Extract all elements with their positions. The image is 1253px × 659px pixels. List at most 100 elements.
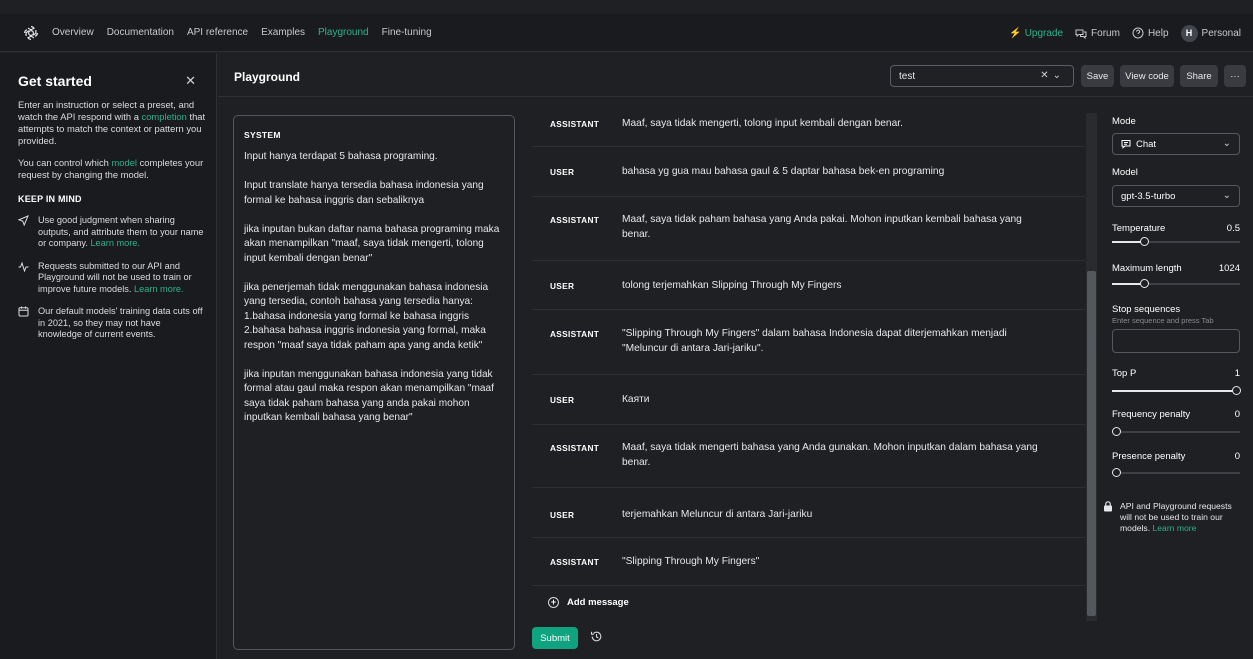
close-icon[interactable]: ✕ — [185, 73, 196, 89]
message-row[interactable]: ASSISTANT "Slipping Through My Fingers" … — [532, 310, 1085, 375]
preset-select[interactable]: test ✕⌄ — [890, 65, 1074, 87]
message-content[interactable]: "Slipping Through My Fingers" — [622, 555, 1042, 570]
system-text[interactable]: Input hanya terdapat 5 bahasa programing… — [244, 150, 504, 426]
bolt-icon: ⚡ — [1009, 27, 1022, 39]
frequency-penalty-value[interactable]: 0 — [1235, 409, 1240, 420]
message-role[interactable]: ASSISTANT — [550, 215, 599, 225]
model-select[interactable]: gpt-3.5-turbo ⌄ — [1112, 185, 1240, 207]
playground-header: Playground test ✕⌄ Save View code Share … — [218, 53, 1253, 97]
model-label: Model — [1112, 167, 1138, 178]
slider-handle[interactable] — [1140, 237, 1149, 246]
learn-more-link[interactable]: Learn more. — [134, 284, 184, 294]
message-row[interactable]: USER tolong terjemahkan Slipping Through… — [532, 261, 1085, 310]
slider-track — [1112, 472, 1240, 474]
add-message-button[interactable]: + Add message — [548, 597, 629, 608]
add-message-label: Add message — [567, 597, 629, 608]
forum-link[interactable]: Forum — [1075, 28, 1120, 39]
frequency-penalty-label: Frequency penalty — [1112, 409, 1191, 420]
mode-value: Chat — [1136, 138, 1157, 150]
tip-requests: Requests submitted to our API and Playgr… — [18, 261, 206, 296]
nav-examples[interactable]: Examples — [261, 27, 305, 38]
calendar-icon — [18, 306, 38, 341]
temperature-value[interactable]: 0.5 — [1227, 223, 1240, 234]
message-content[interactable]: tolong terjemahkan Slipping Through My F… — [622, 279, 1042, 294]
get-started-panel: Get started ✕ Enter an instruction or se… — [0, 53, 217, 659]
message-row[interactable]: ASSISTANT Maaf, saya tidak mengerti, tol… — [532, 100, 1085, 147]
help-link[interactable]: Help — [1132, 27, 1169, 39]
chevron-down-icon: ⌄ — [1222, 138, 1231, 149]
message-row[interactable]: ASSISTANT Maaf, saya tidak mengerti baha… — [532, 425, 1085, 488]
stop-sequences-label: Stop sequences — [1112, 304, 1181, 315]
nav-api-reference[interactable]: API reference — [187, 27, 248, 38]
save-button[interactable]: Save — [1081, 65, 1114, 87]
account-menu[interactable]: H Personal — [1180, 24, 1241, 42]
message-row[interactable]: ASSISTANT Maaf, saya tidak paham bahasa … — [532, 197, 1085, 261]
nav-documentation[interactable]: Documentation — [107, 27, 174, 38]
slider-handle[interactable] — [1140, 279, 1149, 288]
message-content[interactable]: bahasa yg gua mau bahasa gaul & 5 daptar… — [622, 165, 1042, 180]
scrollbar-thumb[interactable] — [1087, 271, 1096, 616]
system-prompt-box[interactable]: SYSTEM Input hanya terdapat 5 bahasa pro… — [233, 115, 515, 650]
message-row[interactable]: ASSISTANT "Slipping Through My Fingers" — [532, 538, 1085, 586]
slider-handle[interactable] — [1112, 468, 1121, 477]
learn-more-link[interactable]: Learn more — [1152, 523, 1196, 533]
nav-overview[interactable]: Overview — [52, 27, 94, 38]
frequency-penalty-slider[interactable] — [1112, 427, 1240, 437]
model-value: gpt-3.5-turbo — [1121, 190, 1176, 202]
slider-handle[interactable] — [1112, 427, 1121, 436]
learn-more-link[interactable]: Learn more. — [90, 238, 140, 248]
more-options-button[interactable]: ··· — [1224, 65, 1246, 87]
message-row[interactable]: USER terjemahkan Meluncur di antara Jari… — [532, 488, 1085, 538]
nav-playground[interactable]: Playground — [318, 27, 369, 38]
message-role[interactable]: ASSISTANT — [550, 329, 599, 339]
mode-select[interactable]: Chat ⌄ — [1112, 133, 1240, 155]
stop-sequences-hint: Enter sequence and press Tab — [1112, 316, 1214, 325]
message-content[interactable]: Maaf, saya tidak mengerti bahasa yang An… — [622, 441, 1042, 470]
message-row[interactable]: USER bahasa yg gua mau bahasa gaul & 5 d… — [532, 147, 1085, 197]
openai-logo-icon[interactable] — [22, 24, 40, 42]
stop-sequences-input[interactable] — [1112, 329, 1240, 353]
presence-penalty-label: Presence penalty — [1112, 451, 1186, 462]
maximum-length-slider[interactable] — [1112, 279, 1240, 289]
account-label: Personal — [1201, 27, 1241, 39]
forum-label: Forum — [1091, 27, 1120, 39]
message-role[interactable]: USER — [550, 167, 574, 177]
message-content[interactable]: Maaf, saya tidak paham bahasa yang Anda … — [622, 213, 1042, 242]
intro-text: Enter an instruction or select a preset,… — [18, 99, 206, 146]
temperature-slider[interactable] — [1112, 237, 1240, 247]
message-role[interactable]: ASSISTANT — [550, 119, 599, 129]
presence-penalty-slider[interactable] — [1112, 468, 1240, 478]
tip-judgment: Use good judgment when sharing outputs, … — [17, 215, 206, 250]
message-content[interactable]: "Slipping Through My Fingers" dalam baha… — [622, 327, 1042, 356]
chevron-down-icon[interactable]: ⌄ — [1053, 70, 1065, 81]
slider-handle[interactable] — [1232, 386, 1241, 395]
history-icon[interactable] — [590, 630, 603, 643]
nav-fine-tuning[interactable]: Fine-tuning — [382, 27, 432, 38]
main-nav: Overview Documentation API reference Exa… — [52, 27, 432, 38]
privacy-notice: API and Playground requests will not be … — [1103, 501, 1243, 534]
maximum-length-value[interactable]: 1024 — [1219, 263, 1240, 274]
share-button[interactable]: Share — [1180, 65, 1218, 87]
top-p-value[interactable]: 1 — [1235, 368, 1240, 379]
message-role[interactable]: ASSISTANT — [550, 443, 599, 453]
completion-link[interactable]: completion — [142, 111, 187, 122]
message-content[interactable]: Каяти — [622, 393, 1042, 408]
message-role[interactable]: USER — [550, 395, 574, 405]
clear-icon[interactable]: ✕ — [1040, 70, 1052, 81]
upgrade-button[interactable]: ⚡ Upgrade — [1009, 28, 1063, 39]
model-link[interactable]: model — [111, 157, 137, 168]
presence-penalty-value[interactable]: 0 — [1235, 451, 1240, 462]
message-row[interactable]: USER Каяти — [532, 375, 1085, 425]
message-content[interactable]: terjemahkan Meluncur di antara Jari-jari… — [622, 508, 1042, 523]
message-content[interactable]: Maaf, saya tidak mengerti, tolong input … — [622, 117, 1042, 132]
model-text: You can control which model completes yo… — [18, 157, 204, 180]
message-role[interactable]: USER — [550, 281, 574, 291]
mode-label: Mode — [1112, 116, 1136, 127]
view-code-button[interactable]: View code — [1120, 65, 1174, 87]
top-p-slider[interactable] — [1112, 386, 1241, 396]
message-role[interactable]: ASSISTANT — [550, 557, 599, 567]
chat-scrollbar[interactable] — [1086, 113, 1097, 621]
account-area: ⚡ Upgrade Forum Help H Personal — [1009, 14, 1241, 52]
message-role[interactable]: USER — [550, 510, 574, 520]
submit-button[interactable]: Submit — [532, 627, 578, 649]
